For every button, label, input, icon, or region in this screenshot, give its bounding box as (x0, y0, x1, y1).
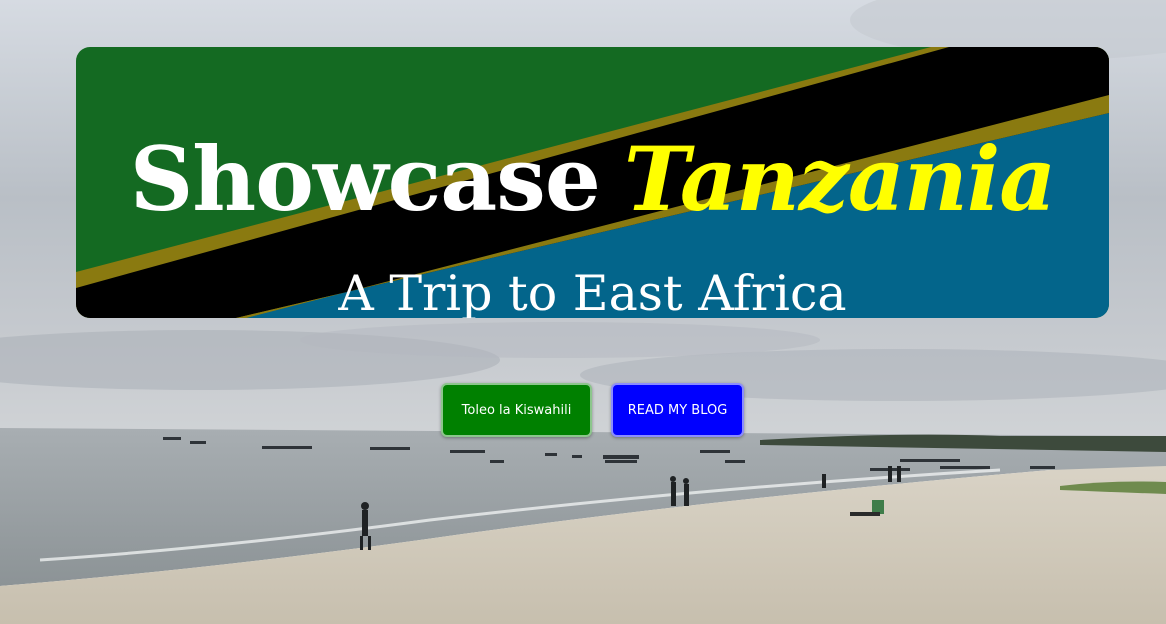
page-title: Showcase Tanzania (76, 135, 1109, 223)
title-showcase: Showcase (129, 127, 601, 231)
page-subtitle: A Trip to East Africa (338, 265, 847, 318)
hero-banner: Showcase Tanzania A Trip to East Africa (76, 47, 1109, 318)
title-tanzania: Tanzania (623, 127, 1056, 231)
kiswahili-button-label: Toleo la Kiswahili (461, 402, 572, 418)
read-blog-button[interactable]: READ MY BLOG (611, 383, 744, 437)
blog-button-label: READ MY BLOG (627, 402, 728, 418)
kiswahili-version-button[interactable]: Toleo la Kiswahili (441, 383, 592, 437)
